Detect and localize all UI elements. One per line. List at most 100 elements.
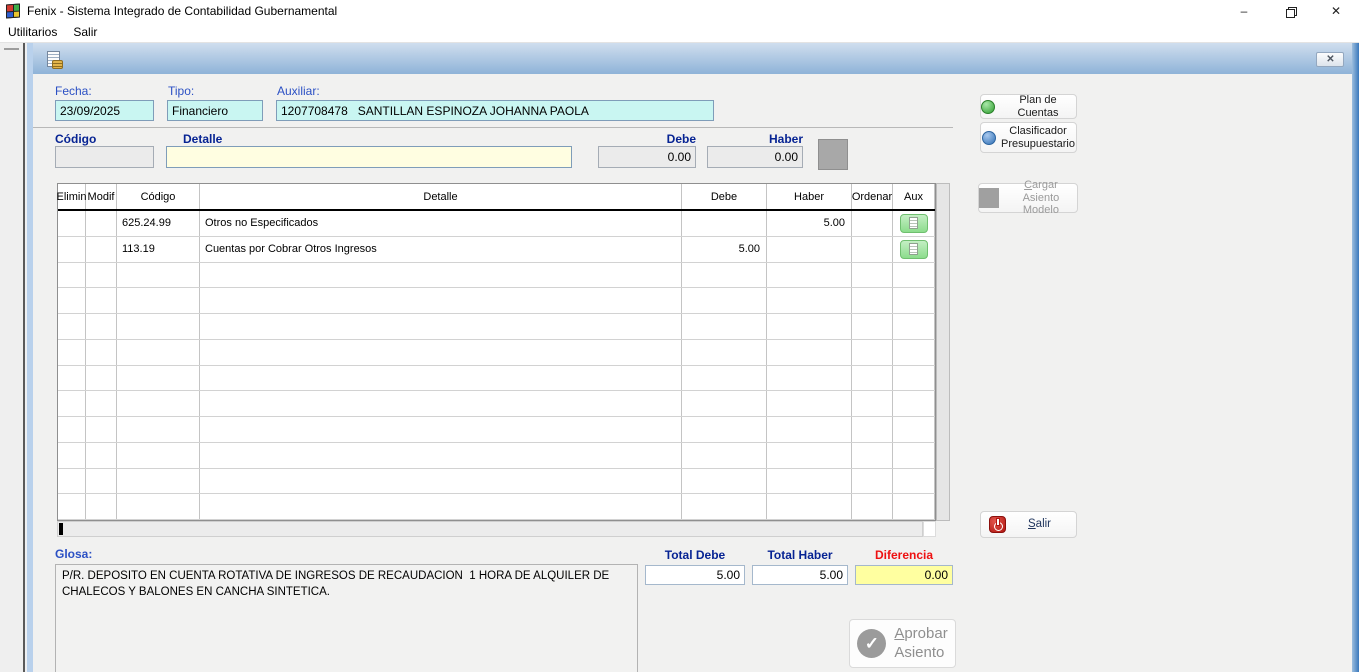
add-entry-button[interactable] [818,139,848,170]
aprobar-asiento-button[interactable]: AprobarAsiento [849,619,956,668]
cell-detalle [200,366,682,391]
blue-sphere-icon [982,131,996,145]
cell-modif [86,288,117,313]
total-debe-label: Total Debe [645,548,745,562]
cell-aux [893,288,935,313]
cell-haber [767,263,852,288]
plan-de-cuentas-label: Plan de Cuentas [1000,94,1076,119]
cargar-asiento-modelo-button[interactable]: Cargar AsientoModelo [978,183,1078,213]
table-row[interactable] [58,417,935,443]
cell-ordenar [852,366,893,391]
salir-button[interactable]: Salir [980,511,1077,538]
cell-codigo [117,417,200,442]
cell-ordenar [852,417,893,442]
table-row[interactable] [58,469,935,495]
menu-utilitarios[interactable]: Utilitarios [0,22,65,42]
column-header[interactable]: Haber [767,184,852,209]
codigo-input[interactable] [55,146,154,168]
column-header[interactable]: Ordenar [852,184,893,209]
cell-detalle [200,263,682,288]
glosa-textarea[interactable]: P/R. DEPOSITO EN CUENTA ROTATIVA DE INGR… [55,564,638,672]
table-bottom-strip-end [923,521,936,537]
cell-debe [682,288,767,313]
cell-codigo [117,263,200,288]
os-titlebar: Fenix - Sistema Integrado de Contabilida… [0,0,1359,22]
debe-input[interactable]: 0.00 [598,146,696,168]
minimize-button[interactable]: – [1221,0,1267,22]
column-header[interactable]: Aux [893,184,935,209]
tipo-input[interactable]: Financiero [167,100,263,121]
cell-codigo [117,494,200,519]
window-right-border [1352,43,1359,672]
cell-haber: 5.00 [767,211,852,236]
cell-elimin [58,340,86,365]
cell-debe [682,314,767,339]
cell-elimin [58,469,86,494]
codigo-label: Código [55,132,96,146]
table-bottom-strip[interactable] [57,521,923,537]
auxiliar-input[interactable]: 1207708478 SANTILLAN ESPINOZA JOHANNA PA… [276,100,714,121]
table-row[interactable] [58,288,935,314]
entries-table-header: EliminModifCódigoDetalleDebeHaberOrdenar… [58,184,935,211]
table-vertical-scrollbar[interactable] [936,183,950,521]
plan-de-cuentas-button[interactable]: Plan de Cuentas [980,94,1077,119]
tipo-label: Tipo: [168,84,194,98]
aux-button[interactable] [900,214,928,233]
cell-modif [86,469,117,494]
fecha-input[interactable]: 23/09/2025 [55,100,154,121]
aux-button[interactable] [900,240,928,259]
table-row[interactable]: 625.24.99Otros no Especificados5.00 [58,211,935,237]
debe-label: Debe [598,132,696,146]
fecha-label: Fecha: [55,84,92,98]
column-header[interactable]: Elimin [58,184,86,209]
cell-elimin [58,494,86,519]
table-row[interactable] [58,494,935,520]
child-close-button[interactable]: ✕ [1316,52,1344,67]
cell-ordenar [852,469,893,494]
cell-codigo: 625.24.99 [117,211,200,236]
notepad-icon [909,243,918,255]
auxiliar-label: Auxiliar: [277,84,320,98]
haber-input[interactable]: 0.00 [707,146,803,168]
cell-haber [767,391,852,416]
cell-elimin [58,417,86,442]
table-row[interactable] [58,443,935,469]
table-row[interactable] [58,340,935,366]
table-row[interactable] [58,314,935,340]
cell-detalle [200,494,682,519]
column-header[interactable]: Código [117,184,200,209]
menu-salir[interactable]: Salir [65,22,105,42]
cell-aux [893,417,935,442]
cell-haber [767,237,852,262]
cell-codigo [117,443,200,468]
clasificador-presupuestario-button[interactable]: ClasificadorPresupuestario [980,122,1077,153]
cell-aux [893,391,935,416]
total-haber-label: Total Haber [752,548,848,562]
cell-modif [86,494,117,519]
column-header[interactable]: Modif [86,184,117,209]
column-header[interactable]: Debe [682,184,767,209]
left-collapsed-panel[interactable] [0,43,25,672]
close-button[interactable]: ✕ [1313,0,1359,22]
total-debe-field: 5.00 [645,565,745,585]
detalle-input[interactable] [166,146,572,168]
cell-debe [682,469,767,494]
aprobar-asiento-label: AprobarAsiento [894,625,947,663]
diferencia-field: 0.00 [855,565,953,585]
table-row[interactable] [58,366,935,392]
cell-aux [893,340,935,365]
column-header[interactable]: Detalle [200,184,682,209]
cell-debe [682,211,767,236]
cell-elimin [58,237,86,262]
cell-aux [893,263,935,288]
text-caret [59,523,63,535]
cell-elimin [58,288,86,313]
table-row[interactable] [58,391,935,417]
cell-haber [767,469,852,494]
glosa-label: Glosa: [55,547,92,561]
table-row[interactable]: 113.19Cuentas por Cobrar Otros Ingresos5… [58,237,935,263]
cell-codigo [117,340,200,365]
table-row[interactable] [58,263,935,289]
cell-ordenar [852,263,893,288]
restore-button[interactable] [1267,0,1313,22]
